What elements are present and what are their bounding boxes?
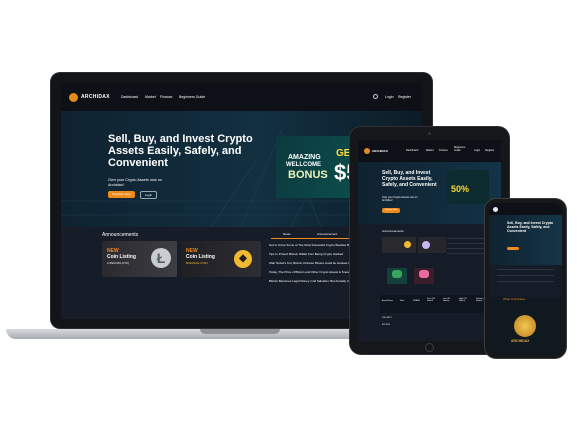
phone-register-button[interactable] <box>507 247 519 250</box>
tablet-market-card[interactable] <box>387 268 407 284</box>
announcements-title: Announcements <box>382 229 404 233</box>
nav-finance[interactable]: Finance <box>160 95 172 99</box>
promo-line1: AMAZING <box>288 154 321 161</box>
nav-finance[interactable]: Finance <box>439 149 448 152</box>
tablet-camera <box>428 132 431 135</box>
th-price: Price (24 Hours) <box>427 298 436 302</box>
login-link[interactable]: Login <box>474 149 480 152</box>
tab-news[interactable]: News <box>283 232 291 236</box>
coin-icon <box>422 241 430 249</box>
card-coin-label: LITECOIN (LTC) <box>107 261 130 265</box>
tablet-promo-percent: 50% <box>451 184 470 194</box>
nav-market[interactable]: Market <box>426 149 434 152</box>
binance-coin-icon: ◆ <box>234 250 252 268</box>
coin-listing-card-ltc[interactable]: NEW Coin Listing LITECOIN (LTC) Ł <box>102 241 177 277</box>
register-here-button[interactable]: Register Here <box>108 191 135 198</box>
announcements-title: Announcements <box>102 232 139 238</box>
phone-nav <box>489 203 562 215</box>
card-coin-label: BINANCE COIN <box>186 261 208 265</box>
th-asset-name: Asset Name <box>382 300 393 302</box>
phone-list <box>489 265 562 297</box>
laptop-notch <box>200 329 280 334</box>
table-row[interactable]: ZUL/USDT <box>382 317 392 319</box>
brand-logo-icon <box>364 148 370 154</box>
tablet-nav: ARCHIDAX Dashboard Market Finance Beginn… <box>358 140 501 162</box>
nav-dashboard[interactable]: Dashboard <box>121 95 138 99</box>
hero-login-button[interactable]: Login <box>140 191 157 199</box>
coin-icon <box>404 241 411 248</box>
nav-market[interactable]: Market <box>145 95 156 99</box>
phone-frame: Sell, Buy, and Invest Crypto Assets Easi… <box>485 199 566 358</box>
th-rate: Rate <box>400 300 405 302</box>
promo-line2: WELLCOME <box>286 162 321 168</box>
tablet-home-button <box>425 343 434 352</box>
hero-subtitle: Own your Crypto Assets now on Archidax! <box>108 178 163 187</box>
nav-dashboard[interactable]: Dashboard <box>406 149 418 152</box>
tab-announcement[interactable]: Announcement <box>317 232 337 236</box>
phone-hero: Sell, Buy, and Invest Crypto Assets Easi… <box>489 215 562 265</box>
litecoin-icon: Ł <box>151 248 171 268</box>
archidax-emblem-icon <box>514 315 536 337</box>
tablet-register-button[interactable]: Register Here <box>382 208 400 213</box>
phone-rows <box>497 269 554 282</box>
hero-title: Sell, Buy, and Invest Crypto Assets Easi… <box>108 133 253 169</box>
tablet-announcements: Announcements Asset Name Rate PHASE Pric… <box>358 224 501 341</box>
brand-name[interactable]: ARCHIDAX <box>81 94 110 100</box>
phone-brand-text: ARCHIDAX <box>511 339 530 343</box>
brand-logo-icon <box>69 93 78 102</box>
tablet-market-table-header: Asset Name Rate PHASE Price (24 Hours) L… <box>380 295 495 313</box>
tablet-hero-subtitle: Own your Crypto Assets now on Archidax! <box>382 196 418 202</box>
tablet-screen: ARCHIDAX Dashboard Market Finance Beginn… <box>358 140 501 341</box>
nav-beginners-guide[interactable]: Beginners Guide <box>179 95 205 99</box>
tablet-hero-title: Sell, Buy, and Invest Crypto Assets Easi… <box>382 170 437 188</box>
card-line-label: Coin Listing <box>107 254 136 260</box>
tablet-market-card[interactable] <box>414 268 434 284</box>
phone-screen: Sell, Buy, and Invest Crypto Assets Easi… <box>489 203 562 354</box>
nav-beginners-guide[interactable]: Beginners Guide <box>454 146 472 152</box>
tablet-hero: Sell, Buy, and Invest Crypto Assets Easi… <box>358 162 501 224</box>
card-line-label: Coin Listing <box>186 254 215 260</box>
phone-section-title: What is Archidax <box>503 297 526 301</box>
coin-listing-card-bnb[interactable]: NEW Coin Listing BINANCE COIN ◆ <box>181 241 261 277</box>
phone-hero-title: Sell, Buy, and Invest Crypto Assets Easi… <box>507 221 554 233</box>
th-high: High (24 Hours) <box>459 298 467 302</box>
login-link[interactable]: Login <box>385 95 394 99</box>
th-phase: PHASE <box>413 300 420 302</box>
user-icon <box>373 94 378 99</box>
top-nav: ARCHIDAX Dashboard Market Finance Beginn… <box>61 83 422 111</box>
table-row[interactable]: BTC/IDR <box>382 324 390 326</box>
promo-line3: BONUS <box>288 169 328 181</box>
phone-about: What is Archidax ARCHIDAX <box>489 297 562 354</box>
tablet-promo[interactable]: 50% <box>447 170 489 204</box>
th-low: Low (24 Hours) <box>443 298 451 302</box>
register-link[interactable]: Register <box>485 149 494 152</box>
register-link[interactable]: Register <box>398 95 411 99</box>
brand-logo-icon <box>493 207 498 212</box>
brand-name[interactable]: ARCHIDAX <box>372 149 388 153</box>
